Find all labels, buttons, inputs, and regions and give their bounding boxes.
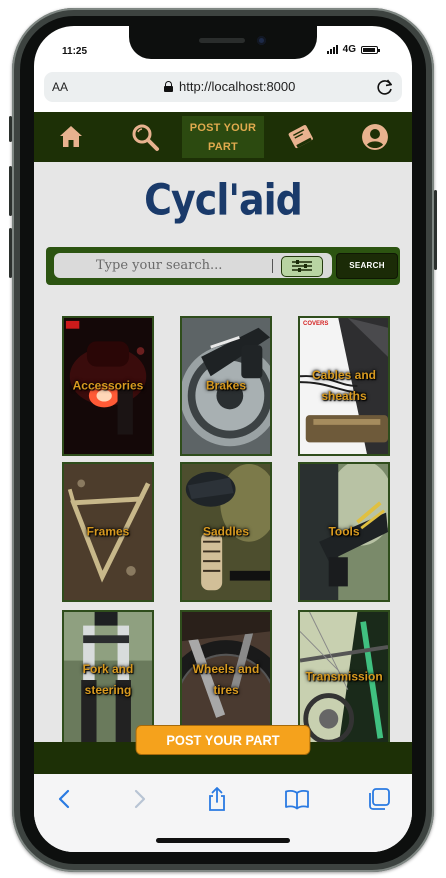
input-divider [272,259,273,273]
post-part-nav-button[interactable]: POST YOUR PART [182,116,264,158]
cables-image-badge: COVERS [303,321,329,327]
front-camera [257,36,266,45]
category-label: Fork and steering [82,662,134,697]
search-icon[interactable] [130,122,160,152]
notch [129,26,317,59]
signal-icon [326,45,338,54]
address-bar[interactable]: AA http://localhost:8000 [44,72,402,102]
user-icon[interactable] [360,122,390,152]
home-icon[interactable] [56,122,86,152]
category-tile-cables-and-sheaths[interactable]: COVERS Cables and sheaths [298,316,390,456]
category-tile-accessories[interactable]: Accessories [62,316,154,456]
share-icon[interactable] [204,786,230,812]
reload-icon[interactable] [374,76,396,98]
bookmarks-icon[interactable] [284,786,310,812]
forward-icon[interactable] [126,786,152,812]
post-part-footer-button[interactable]: POST YOUR PART [135,725,311,755]
book-icon[interactable] [286,122,316,152]
tabs-icon[interactable] [366,786,392,812]
mute-switch [9,116,12,142]
status-indicators: 4G [326,44,380,55]
category-label: Frames [86,524,130,539]
category-label: Brakes [205,378,247,393]
filter-icon [292,260,312,272]
search-bar: SEARCH [46,247,400,285]
volume-down-button [9,228,12,278]
text-size-button[interactable]: AA [52,80,68,94]
home-indicator [156,838,290,843]
status-time: 11:25 [62,46,88,57]
category-label: Cables and sheaths [311,368,377,403]
battery-level [363,47,375,52]
category-label: Tools [328,524,360,539]
filter-button[interactable] [281,256,323,277]
category-label: Transmission [305,669,383,684]
battery-icon [361,45,380,54]
url-text[interactable]: http://localhost:8000 [179,79,295,94]
earpiece [199,38,245,43]
back-icon[interactable] [52,786,78,812]
category-tile-saddles[interactable]: Saddles [180,462,272,602]
search-button[interactable]: SEARCH [336,253,398,279]
category-tile-tools[interactable]: Tools [298,462,390,602]
category-tile-frames[interactable]: Frames [62,462,154,602]
volume-up-button [9,166,12,216]
category-tile-brakes[interactable]: Brakes [180,316,272,456]
app-nav-bar: POST YOUR PART [34,112,412,162]
category-label: Saddles [202,524,250,539]
category-tile-transmission[interactable]: Transmission [298,610,390,750]
category-label: Wheels and tires [192,662,260,697]
brand-title: Cycl'aid [144,175,303,225]
category-label: Accessories [72,378,144,393]
power-button [434,190,437,270]
phone-screen: 11:25 4G AA http://localhost:8000 POST Y… [34,26,412,852]
network-type: 4G [342,44,356,55]
lock-icon [164,81,173,92]
